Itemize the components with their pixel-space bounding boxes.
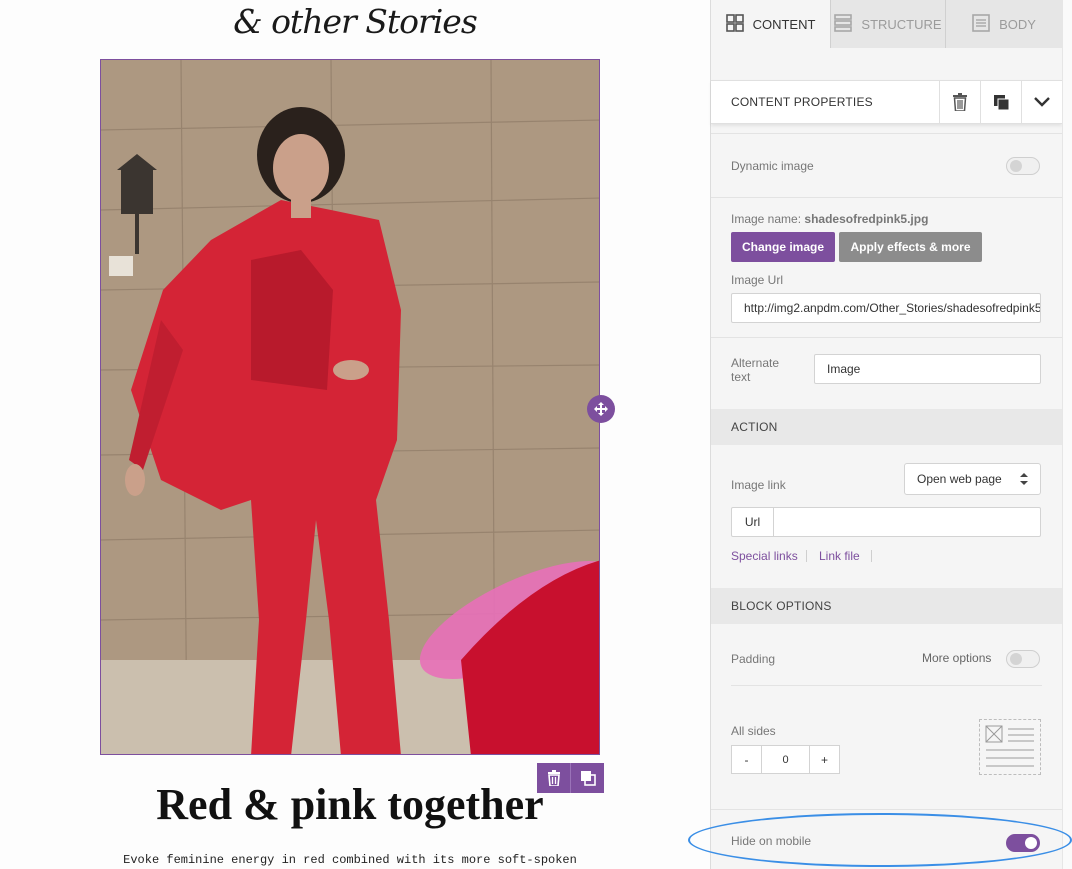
image-link-selected: Open web page — [917, 472, 1002, 486]
email-body-text[interactable]: Evoke feminine energy in red combined wi… — [0, 853, 700, 867]
dynamic-image-toggle[interactable] — [1006, 157, 1040, 175]
link-separator — [871, 550, 872, 562]
tab-body-label: BODY — [999, 16, 1036, 32]
divider — [731, 685, 1042, 686]
more-options-label: More options — [922, 651, 992, 665]
brand-logo: & other Stories — [233, 2, 478, 41]
hide-on-mobile-label: Hide on mobile — [731, 834, 812, 848]
alt-text-label-line2: text — [731, 370, 751, 384]
move-handle-icon[interactable] — [587, 395, 615, 423]
image-name-value: shadesofredpink5.jpg — [804, 212, 929, 226]
image-link-select[interactable]: Open web page — [904, 463, 1041, 495]
image-block[interactable] — [100, 59, 600, 755]
url-addon-label: Url — [732, 508, 774, 536]
panel-scrollbar[interactable] — [1062, 0, 1072, 869]
divider — [711, 337, 1062, 338]
tab-content-label: CONTENT — [752, 16, 816, 32]
image-link-label: Image link — [731, 478, 786, 492]
panel-tabs: CONTENT STRUCTURE BODY — [711, 0, 1062, 48]
padding-value[interactable]: 0 — [761, 746, 810, 773]
document-icon — [972, 13, 990, 35]
change-image-button[interactable]: Change image — [731, 232, 835, 262]
image-name-label: Image name: — [731, 212, 802, 226]
properties-panel: CONTENT STRUCTURE BODY CONTENT PROPERTIE… — [710, 0, 1062, 869]
hide-on-mobile-toggle[interactable] — [1006, 834, 1040, 852]
alt-text-label: Alternate text — [731, 356, 779, 384]
image-name-row: Image name: shadesofredpink5.jpg — [731, 212, 928, 226]
link-file-link[interactable]: Link file — [819, 549, 860, 563]
more-options-toggle[interactable] — [1006, 650, 1040, 668]
divider — [711, 809, 1062, 810]
tab-content[interactable]: CONTENT — [711, 0, 830, 48]
dynamic-image-label: Dynamic image — [731, 159, 814, 173]
alt-text-label-line1: Alternate — [731, 356, 780, 370]
image-url-label: Image Url — [731, 273, 784, 287]
email-canvas: & other Stories Red & pink together Evok… — [0, 0, 710, 869]
alt-text-field[interactable]: Image — [814, 354, 1041, 384]
tab-structure[interactable]: STRUCTURE — [830, 0, 945, 48]
image-url-field[interactable]: http://img2.anpdm.com/Other_Stories/shad… — [731, 293, 1041, 323]
duplicate-icon[interactable] — [980, 81, 1021, 123]
padding-preview-icon — [979, 719, 1041, 775]
action-section-header: ACTION — [711, 409, 1062, 445]
apply-effects-button[interactable]: Apply effects & more — [839, 232, 982, 262]
special-links-link[interactable]: Special links — [731, 549, 798, 563]
padding-decrement-button[interactable]: - — [732, 746, 761, 773]
trash-icon[interactable] — [939, 81, 980, 123]
all-sides-label: All sides — [731, 724, 776, 738]
url-input[interactable] — [774, 508, 1040, 536]
padding-stepper: - 0 + — [731, 745, 840, 774]
content-properties-title: CONTENT PROPERTIES — [731, 95, 873, 109]
chevron-down-icon[interactable] — [1021, 81, 1062, 123]
url-input-group: Url — [731, 507, 1041, 537]
email-headline[interactable]: Red & pink together — [0, 779, 700, 830]
content-properties-bar: CONTENT PROPERTIES — [711, 80, 1062, 124]
fashion-photo — [101, 60, 599, 754]
tab-structure-label: STRUCTURE — [861, 16, 942, 32]
tab-body[interactable]: BODY — [945, 0, 1062, 48]
divider — [711, 197, 1062, 198]
block-options-section-header: BLOCK OPTIONS — [711, 588, 1062, 624]
grid-icon — [725, 13, 744, 35]
divider — [711, 133, 1062, 134]
padding-increment-button[interactable]: + — [810, 746, 839, 773]
rows-icon — [834, 13, 853, 35]
select-arrows-icon — [1020, 473, 1028, 485]
link-separator — [806, 550, 807, 562]
padding-label: Padding — [731, 652, 776, 666]
